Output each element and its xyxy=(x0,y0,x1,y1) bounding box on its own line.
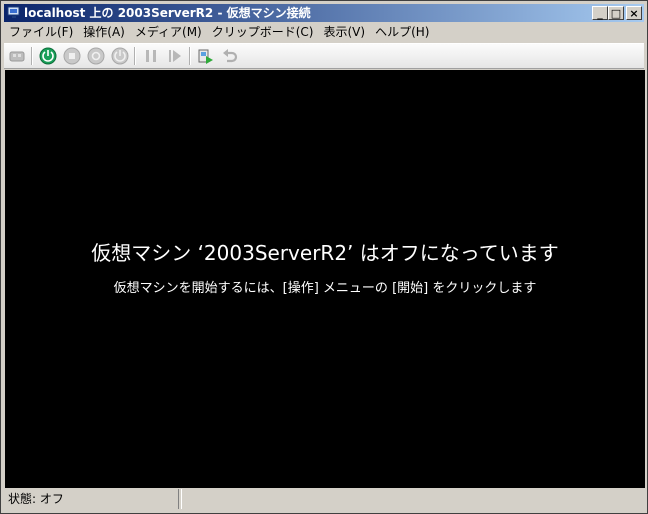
revert-button[interactable] xyxy=(219,45,241,67)
menu-bar: ファイル(F) 操作(A) メディア(M) クリップボード(C) 表示(V) ヘ… xyxy=(4,22,644,42)
menu-action[interactable]: 操作(A) xyxy=(78,22,130,42)
status-text: 状態: オフ xyxy=(4,489,179,509)
resume-button[interactable] xyxy=(164,45,186,67)
menu-help[interactable]: ヘルプ(H) xyxy=(370,22,434,42)
turn-off-icon xyxy=(63,47,81,65)
close-button[interactable]: × xyxy=(626,6,642,20)
vm-off-instruction: 仮想マシンを開始するには、[操作] メニューの [開始] をクリックします xyxy=(113,281,537,296)
vm-console-screen[interactable]: 仮想マシン ‘2003ServerR2’ はオフになっています 仮想マシンを開始… xyxy=(5,70,645,488)
revert-icon xyxy=(223,49,238,63)
save-state-icon xyxy=(111,47,129,65)
shutdown-icon xyxy=(87,47,105,65)
toolbar-separator xyxy=(31,47,32,65)
menu-media[interactable]: メディア(M) xyxy=(130,22,207,42)
window-title: localhost 上の 2003ServerR2 - 仮想マシン接続 xyxy=(24,6,311,20)
minimize-icon: _ xyxy=(597,6,603,20)
vm-off-heading: 仮想マシン ‘2003ServerR2’ はオフになっています xyxy=(91,241,559,265)
ctrl-alt-del-button[interactable] xyxy=(6,45,28,67)
start-icon xyxy=(39,47,57,65)
maximize-icon: □ xyxy=(610,6,622,20)
menu-clipboard[interactable]: クリップボード(C) xyxy=(207,22,319,42)
status-bar: 状態: オフ xyxy=(4,488,644,510)
vm-connection-window: localhost 上の 2003ServerR2 - 仮想マシン接続 _ □ … xyxy=(0,0,648,514)
ctrl-alt-del-icon xyxy=(9,51,25,62)
save-state-button[interactable] xyxy=(109,45,131,67)
pause-icon xyxy=(146,50,156,62)
menu-view[interactable]: 表示(V) xyxy=(319,22,371,42)
title-bar[interactable]: localhost 上の 2003ServerR2 - 仮想マシン接続 _ □ … xyxy=(4,4,644,22)
vm-connection-icon xyxy=(7,6,20,18)
snapshot-icon xyxy=(198,49,213,64)
toolbar-separator xyxy=(134,47,135,65)
resume-icon xyxy=(169,50,181,62)
status-pane-empty xyxy=(181,489,645,509)
start-button[interactable] xyxy=(37,45,59,67)
maximize-button[interactable]: □ xyxy=(608,6,624,20)
pause-button[interactable] xyxy=(140,45,162,67)
close-icon: × xyxy=(629,6,639,20)
menu-file[interactable]: ファイル(F) xyxy=(4,22,78,42)
toolbar-separator xyxy=(189,47,190,65)
toolbar xyxy=(4,43,644,69)
shutdown-button[interactable] xyxy=(85,45,107,67)
minimize-button[interactable]: _ xyxy=(592,6,608,20)
turn-off-button[interactable] xyxy=(61,45,83,67)
snapshot-button[interactable] xyxy=(195,45,217,67)
